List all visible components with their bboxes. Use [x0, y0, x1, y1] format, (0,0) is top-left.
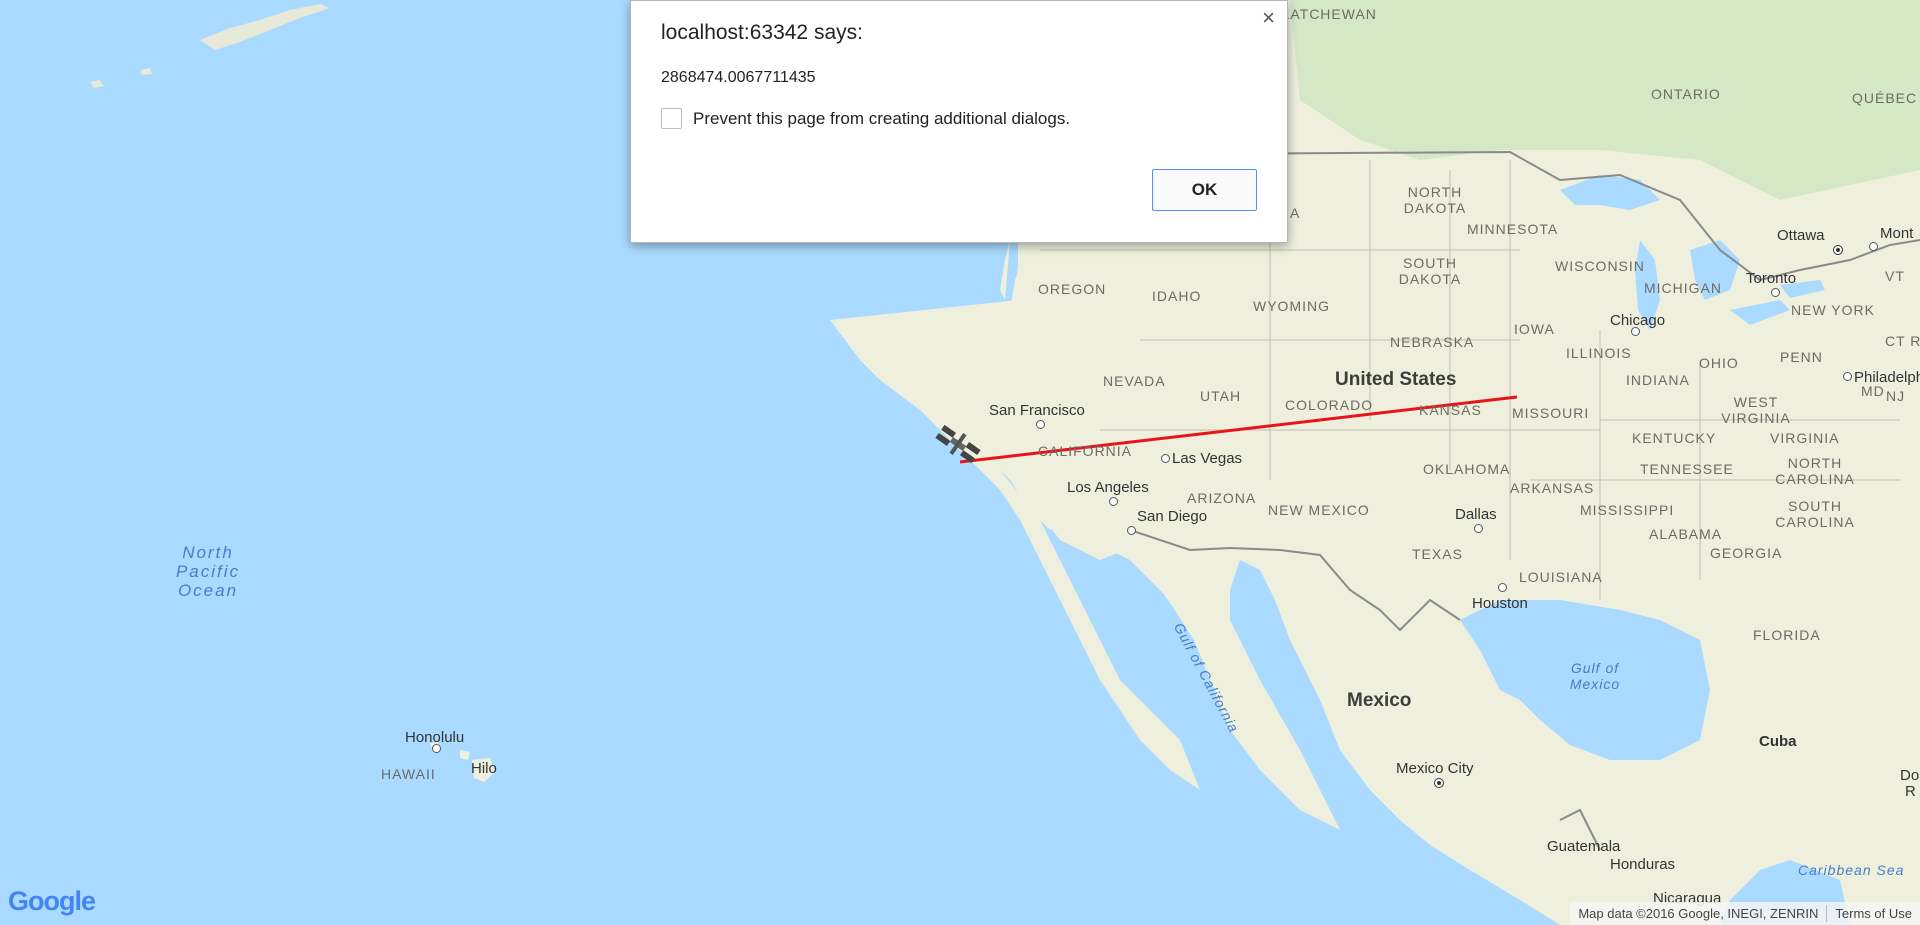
label-arkansas: ARKANSAS	[1510, 480, 1595, 496]
label-texas: TEXAS	[1412, 546, 1463, 562]
dialog-title: localhost:63342 says:	[661, 21, 863, 44]
city-marker	[1498, 583, 1507, 592]
label-toronto: Toronto	[1746, 270, 1797, 287]
label-south-dakota: SOUTH DAKOTA	[1398, 255, 1462, 287]
label-alabama: ALABAMA	[1649, 526, 1723, 542]
dialog-message: 2868474.0067711435	[661, 69, 816, 86]
label-san-diego: San Diego	[1137, 508, 1208, 525]
label-ohio: OHIO	[1699, 355, 1739, 371]
city-marker	[432, 744, 441, 753]
label-nevada: NEVADA	[1103, 373, 1166, 389]
ok-button[interactable]: OK	[1152, 169, 1257, 211]
label-missouri: MISSOURI	[1512, 405, 1590, 421]
close-icon[interactable]: ×	[1262, 5, 1275, 31]
label-south-carolina: SOUTH CAROLINA	[1775, 498, 1855, 530]
prevent-dialogs-checkbox[interactable]	[661, 108, 682, 129]
label-gulf-of-mexico: Gulf of Mexico	[1569, 660, 1621, 692]
label-partial-a: A	[1290, 205, 1301, 221]
label-louisiana: LOUISIANA	[1519, 569, 1603, 585]
label-ontario: ONTARIO	[1651, 86, 1721, 102]
label-wyoming: WYOMING	[1253, 298, 1330, 314]
label-oregon: OREGON	[1038, 281, 1107, 297]
label-caribbean-sea: Caribbean Sea	[1798, 862, 1905, 878]
label-partial-r: R	[1905, 783, 1916, 800]
label-hilo: Hilo	[471, 760, 497, 777]
label-penn: PENN	[1780, 349, 1823, 365]
label-quebec: QUÉBEC	[1852, 90, 1918, 106]
label-nj: NJ	[1886, 388, 1906, 404]
city-marker	[1843, 372, 1852, 381]
label-north-carolina: NORTH CAROLINA	[1775, 455, 1855, 487]
label-vt: VT	[1885, 268, 1905, 284]
label-cuba: Cuba	[1759, 733, 1797, 750]
alert-dialog: localhost:63342 says: × 2868474.00677114…	[630, 0, 1288, 243]
label-mexico-city: Mexico City	[1396, 760, 1474, 777]
capital-marker	[1434, 778, 1444, 788]
terms-of-use-link[interactable]: Terms of Use	[1827, 906, 1920, 921]
label-georgia: GEORGIA	[1710, 545, 1783, 561]
label-dallas: Dallas	[1455, 506, 1497, 523]
label-indiana: INDIANA	[1626, 372, 1690, 388]
label-colorado: COLORADO	[1285, 397, 1374, 413]
label-california: CALIFORNIA	[1038, 443, 1133, 459]
city-marker	[1771, 288, 1780, 297]
label-saskatchewan: KATCHEWAN	[1280, 6, 1377, 22]
map-data-text[interactable]: Map data ©2016 Google, INEGI, ZENRIN	[1570, 906, 1826, 921]
capital-marker	[1833, 245, 1843, 255]
label-houston: Houston	[1472, 595, 1528, 612]
label-iowa: IOWA	[1514, 321, 1555, 337]
label-illinois: ILLINOIS	[1566, 345, 1632, 361]
label-tennessee: TENNESSEE	[1640, 461, 1734, 477]
map-attribution: Map data ©2016 Google, INEGI, ZENRIN Ter…	[1570, 902, 1920, 925]
label-hawaii: HAWAII	[381, 766, 436, 782]
label-united-states: United States	[1335, 369, 1457, 390]
city-marker	[1161, 454, 1170, 463]
label-los-angeles: Los Angeles	[1067, 479, 1149, 496]
city-marker	[1631, 327, 1640, 336]
google-logo[interactable]: Google	[8, 886, 96, 917]
label-north-pacific-ocean: North Pacific Ocean	[175, 543, 241, 600]
google-logo-text: Google	[8, 886, 96, 916]
label-new-york: NEW YORK	[1791, 302, 1875, 318]
label-michigan: MICHIGAN	[1644, 280, 1722, 296]
label-mexico: Mexico	[1347, 690, 1412, 711]
label-mississippi: MISSISSIPPI	[1580, 502, 1675, 518]
city-marker	[1036, 420, 1045, 429]
label-idaho: IDAHO	[1152, 288, 1202, 304]
label-kansas: KANSAS	[1419, 402, 1482, 418]
label-wisconsin: WISCONSIN	[1555, 258, 1645, 274]
label-guatemala: Guatemala	[1547, 838, 1621, 855]
prevent-dialogs-label[interactable]: Prevent this page from creating addition…	[693, 109, 1070, 129]
label-arizona: ARIZONA	[1187, 490, 1257, 506]
label-north-dakota: NORTH DAKOTA	[1403, 184, 1467, 216]
label-new-mexico: NEW MEXICO	[1268, 502, 1370, 518]
label-oklahoma: OKLAHOMA	[1423, 461, 1511, 477]
city-marker	[1869, 242, 1878, 251]
label-honduras: Honduras	[1610, 856, 1676, 873]
label-las-vegas: Las Vegas	[1172, 450, 1243, 467]
label-partial-do: Do	[1900, 767, 1920, 784]
label-florida: FLORIDA	[1753, 627, 1821, 643]
label-ct-ri: CT RI	[1885, 333, 1920, 349]
city-marker	[1127, 526, 1136, 535]
label-ottawa: Ottawa	[1777, 227, 1825, 244]
label-kentucky: KENTUCKY	[1632, 430, 1717, 446]
label-minnesota: MINNESOTA	[1467, 221, 1559, 237]
label-philadelphia: Philadelph	[1854, 369, 1920, 386]
label-chicago: Chicago	[1610, 312, 1666, 329]
label-utah: UTAH	[1200, 388, 1242, 404]
city-marker	[1474, 524, 1483, 533]
label-nebraska: NEBRASKA	[1390, 334, 1475, 350]
label-virginia: VIRGINIA	[1770, 430, 1840, 446]
label-san-francisco: San Francisco	[989, 402, 1085, 419]
city-marker	[1109, 497, 1118, 506]
label-montreal: Mont	[1880, 225, 1914, 242]
label-west-virginia: WEST VIRGINIA	[1721, 394, 1791, 426]
